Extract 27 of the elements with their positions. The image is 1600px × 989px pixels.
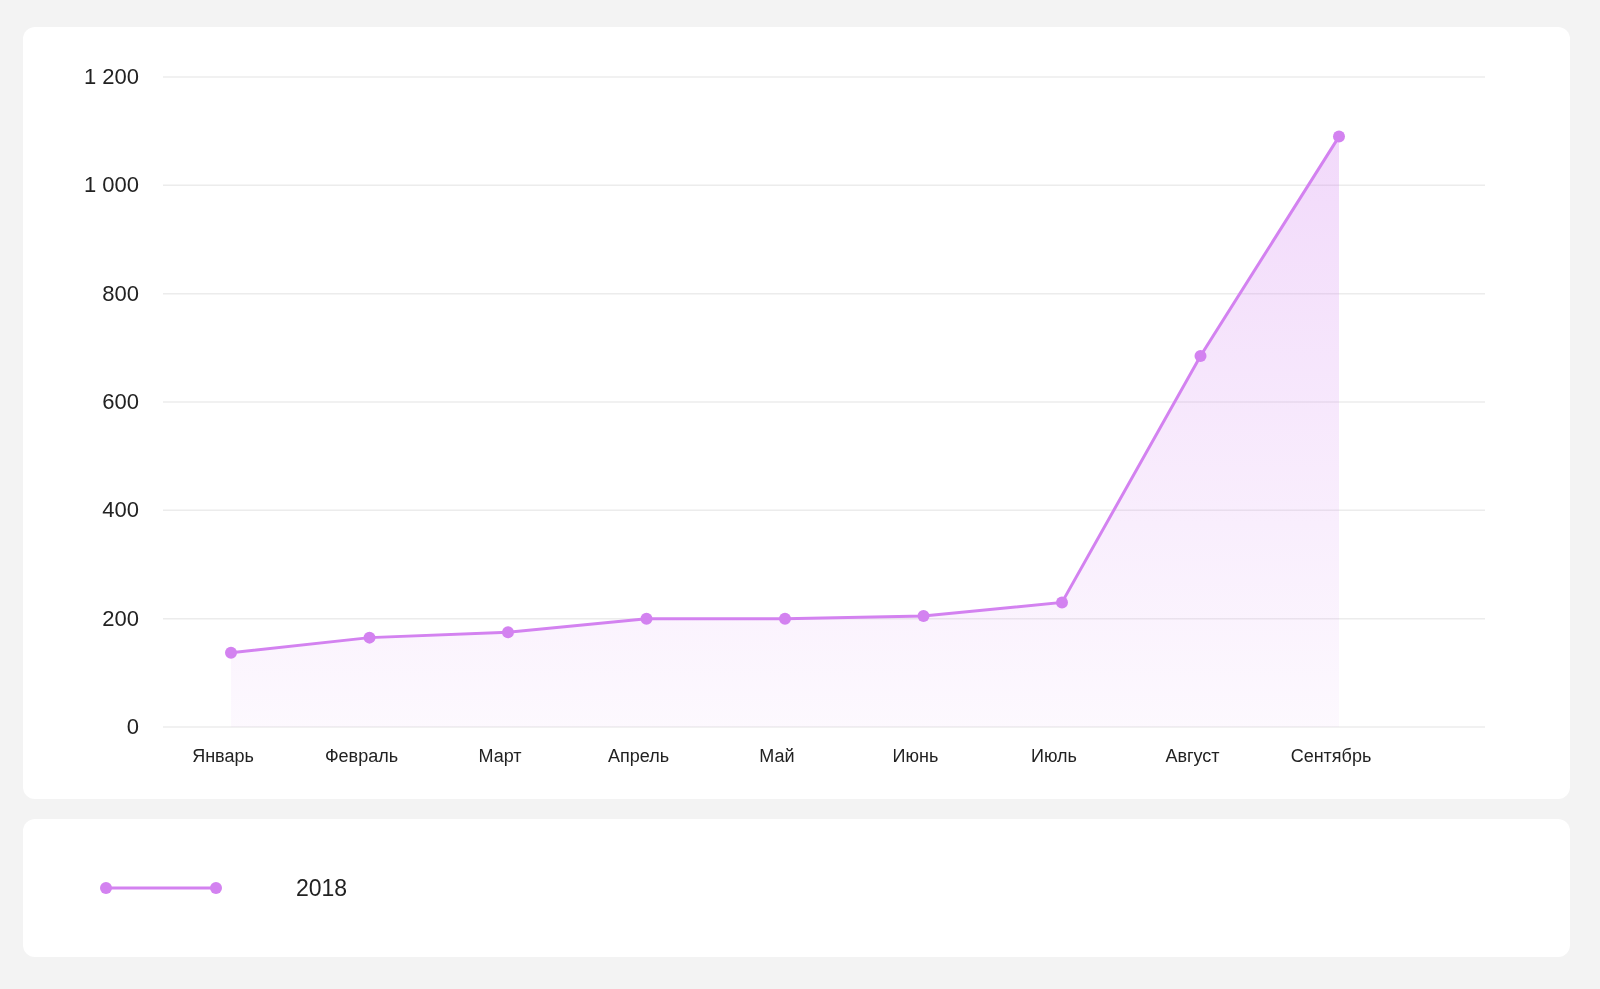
axis-tick-label: 400 (102, 497, 139, 523)
axis-tick-label: 1 200 (83, 64, 139, 89)
axis-tick-label: 0 (126, 714, 139, 739)
data-point (225, 646, 237, 659)
axis-tick-label: 800 (102, 280, 139, 306)
axis-tick-label: 200 (102, 605, 139, 631)
data-point (1056, 596, 1068, 609)
axis-label: Август (1165, 746, 1220, 766)
axis-label: Июнь (892, 746, 939, 766)
axis-tick-label: 600 (102, 389, 139, 414)
axis-label: Сентябрь (1290, 746, 1372, 766)
axis-tick-label: 1 000 (83, 172, 139, 198)
legend-label: 2018 (296, 874, 348, 902)
data-point (502, 626, 514, 639)
axis-label: Июль (1031, 746, 1077, 766)
axis-label: Февраль (324, 746, 399, 766)
data-point (363, 631, 376, 644)
data-point (917, 609, 930, 622)
axis-label: Март (478, 746, 522, 766)
axis-label: Май (759, 746, 795, 766)
axis-label: Апрель (607, 746, 670, 766)
data-point (779, 612, 791, 625)
data-point (1194, 349, 1207, 362)
data-point (640, 612, 653, 625)
axis-label: Январь (192, 746, 254, 766)
legend-line-icon (100, 880, 222, 896)
data-point (1333, 130, 1345, 143)
